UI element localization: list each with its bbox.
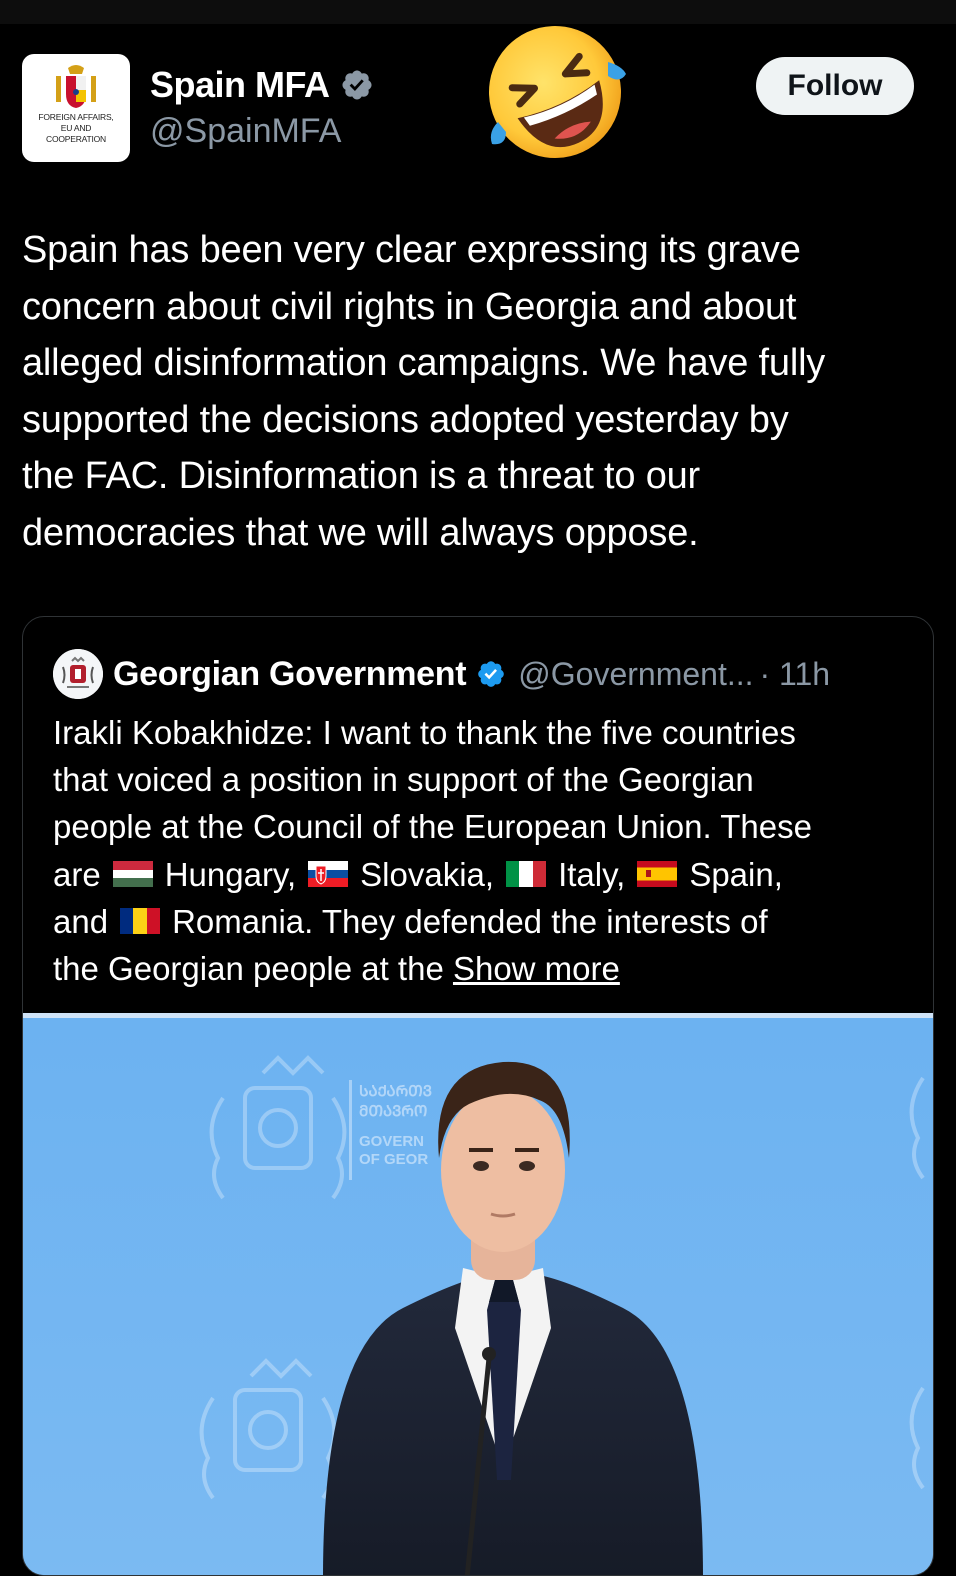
post-text-line: concern about civil rights in Georgia an… bbox=[22, 285, 797, 328]
quoted-text-line: people at the Council of the European Un… bbox=[53, 808, 812, 846]
show-more-link[interactable]: Show more bbox=[453, 950, 620, 987]
spain-flag-icon bbox=[637, 860, 678, 887]
quoted-text-line: are Hungary, Slovakia, Italy, Spain, bbox=[53, 855, 783, 893]
post-text-line: the FAC. Disinformation is a threat to o… bbox=[22, 455, 701, 497]
sign-text-line: ᲛᲗᲐᲕᲠᲝ bbox=[359, 1103, 427, 1120]
author-handle[interactable]: @SpainMFA bbox=[150, 112, 341, 151]
quoted-post-time[interactable]: · 11h bbox=[760, 656, 831, 693]
sign-text-line: ᲡᲐᲥᲐᲠᲗᲕ bbox=[359, 1083, 432, 1100]
quoted-author-avatar[interactable] bbox=[53, 649, 103, 699]
sign-text-line: GOVERN bbox=[359, 1133, 424, 1150]
quoted-author-name[interactable]: Georgian Government bbox=[113, 655, 467, 694]
romania-flag-icon bbox=[120, 908, 161, 935]
slovakia-flag-icon bbox=[308, 860, 349, 887]
author-name[interactable]: Spain MFA bbox=[150, 64, 330, 106]
quoted-post-text: Irakli Kobakhidze: I want to thank the f… bbox=[53, 709, 923, 992]
quoted-text-line: that voiced a position in support of the… bbox=[53, 761, 754, 799]
post-text-line: Spain has been very clear expressing its… bbox=[22, 229, 801, 271]
post-text-line: democracies that we will always oppose. bbox=[22, 511, 699, 554]
post-text: Spain has been very clear expressing its… bbox=[22, 222, 932, 561]
quoted-text-line: the Georgian people at the Show more bbox=[53, 950, 620, 988]
hungary-flag-icon bbox=[112, 860, 153, 887]
quoted-post-card[interactable]: Georgian Government @Government... · 11h… bbox=[22, 616, 934, 1576]
post-text-line: supported the decisions adopted yesterda… bbox=[22, 398, 789, 441]
speaker-photo: ᲡᲐᲥᲐᲠᲗᲕ ᲛᲗᲐᲕᲠᲝ GOVERN OF GEOR bbox=[23, 1018, 933, 1575]
quoted-post-image[interactable]: ᲡᲐᲥᲐᲠᲗᲕ ᲛᲗᲐᲕᲠᲝ GOVERN OF GEOR bbox=[23, 1013, 933, 1575]
avatar-caption: FOREIGN AFFAIRS, EU AND COOPERATION bbox=[38, 112, 114, 144]
quoted-post-header: Georgian Government @Government... · 11h bbox=[53, 649, 830, 699]
sign-text-line: OF GEOR bbox=[359, 1151, 428, 1168]
follow-button[interactable]: Follow bbox=[756, 57, 914, 115]
status-bar bbox=[0, 0, 956, 24]
author-avatar[interactable]: FOREIGN AFFAIRS, EU AND COOPERATION bbox=[22, 54, 130, 162]
rofl-emoji-icon bbox=[489, 26, 626, 158]
post-text-line: alleged disinformation campaigns. We hav… bbox=[22, 342, 826, 384]
verified-badge-icon bbox=[341, 70, 372, 100]
georgia-coat-of-arms-icon bbox=[53, 649, 103, 699]
author-name-row[interactable]: Spain MFA bbox=[150, 64, 374, 106]
italy-flag-icon bbox=[506, 860, 547, 887]
spain-coat-of-arms-icon bbox=[56, 65, 96, 108]
quoted-text-line: and Romania. They defended the interests … bbox=[53, 902, 768, 940]
verified-badge-icon bbox=[478, 661, 505, 687]
quoted-author-handle[interactable]: @Government... bbox=[518, 656, 753, 693]
quoted-text-line: Irakli Kobakhidze: I want to thank the f… bbox=[53, 714, 796, 751]
